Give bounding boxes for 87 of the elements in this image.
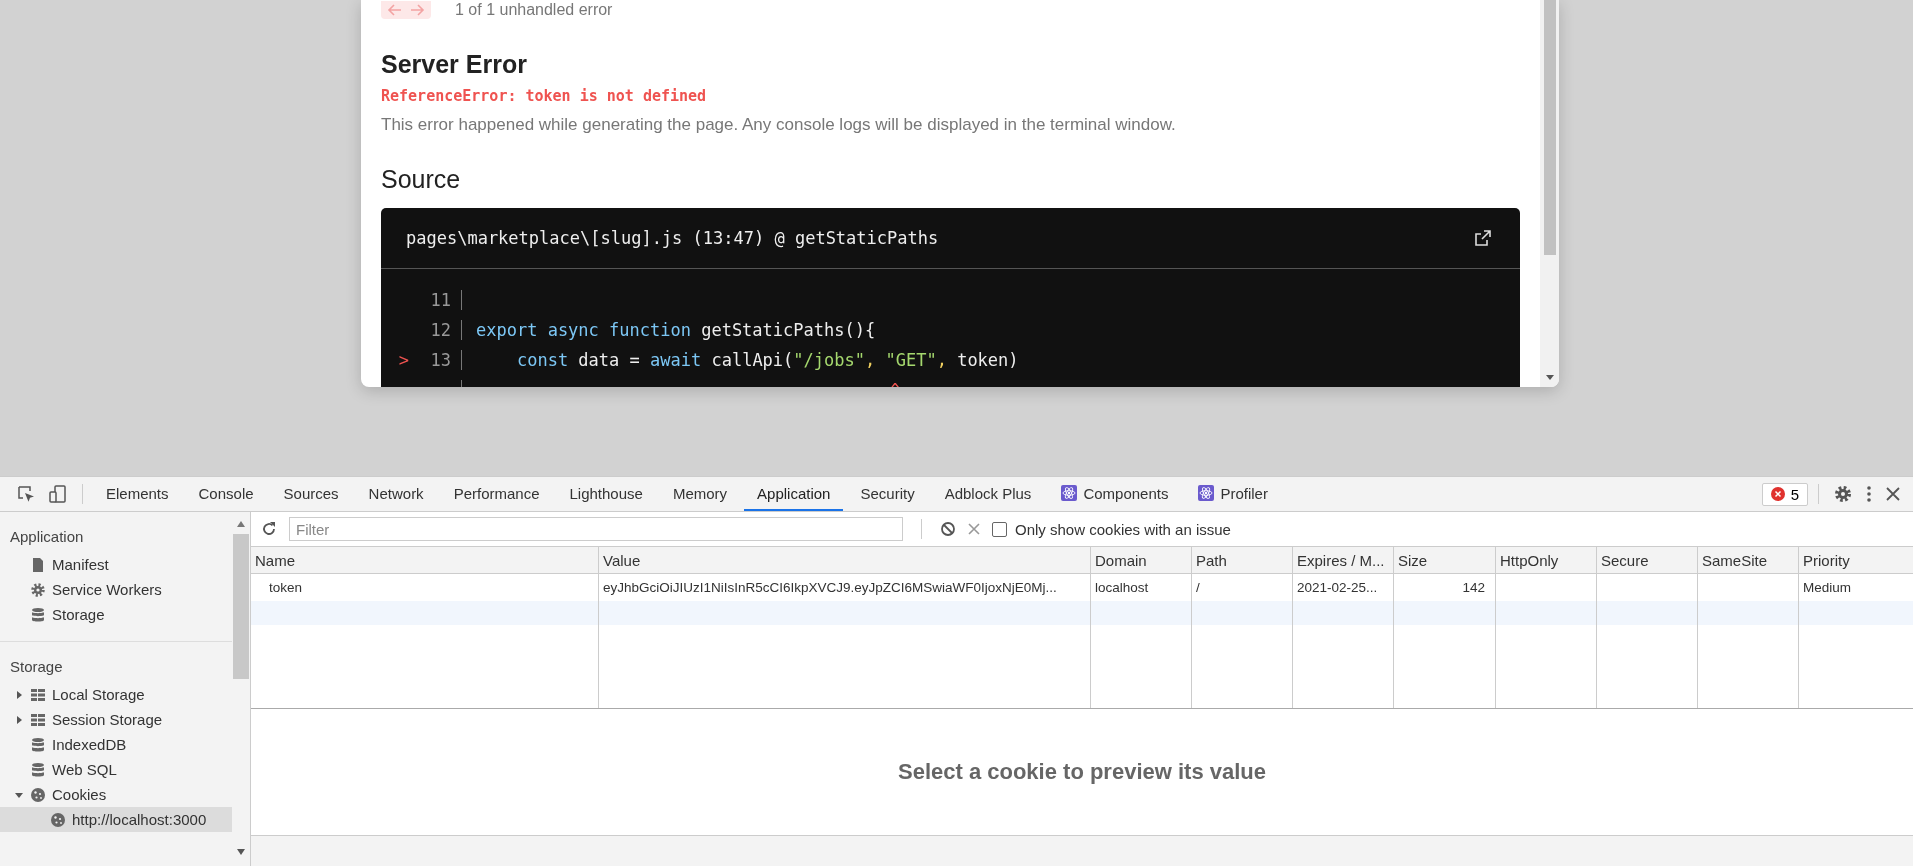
line-number: 11 [429,290,451,310]
database-icon [30,606,46,623]
filter-field[interactable]: Filter [289,517,903,541]
devtools-tab[interactable]: Sources [270,477,352,511]
devtools-tab[interactable]: Lighthouse [556,477,656,511]
external-link-icon[interactable] [1474,229,1492,247]
scroll-down-icon[interactable] [1544,373,1555,381]
atom-icon [1061,485,1078,501]
sidebar-item[interactable]: Cookies [0,782,232,807]
code-line: const data = await callApi("/jobs", "GET", token) [515,350,1019,370]
sidebar-item[interactable]: Web SQL [0,757,232,782]
devtools-tab[interactable]: Profiler [1185,477,1281,511]
clear-all-icon[interactable] [940,521,956,537]
column-header[interactable]: Secure [1597,547,1698,574]
table-cell: 2021-02-25... [1297,580,1378,595]
sidebar-item[interactable]: http://localhost:3000 [0,807,232,832]
close-icon[interactable] [1885,486,1901,502]
scroll-down-icon[interactable] [236,848,246,856]
devtools-tab[interactable]: Memory [659,477,741,511]
scroll-up-icon[interactable] [236,520,246,528]
table-cell: 142 [1462,580,1485,595]
source-file-path[interactable]: pages\marketplace\[slug].js (13:47) @ getStaticPaths [406,228,939,248]
devtools-tab[interactable]: Application [744,477,844,511]
error-count-badge[interactable]: 5 [1761,482,1808,506]
devtools-tab[interactable]: Console [185,477,267,511]
sidebar-item[interactable]: Service Workers [0,577,232,602]
device-toolbar-icon[interactable] [48,484,68,504]
source-heading: Source [381,165,462,194]
line-number: 13 [429,350,451,370]
devtools-tab[interactable]: Adblock Plus [931,477,1045,511]
gutter-divider [461,290,462,310]
more-options-icon[interactable] [1865,484,1873,504]
sidebar-item[interactable]: Local Storage [0,682,232,707]
atom-icon [1198,485,1215,501]
scrollbar[interactable] [1540,0,1559,387]
column-header[interactable]: Path [1192,547,1293,574]
sidebar-item[interactable]: Storage [0,602,232,627]
error-icon [1770,487,1785,501]
line-number: 12 [429,320,451,340]
column-header[interactable]: SameSite [1698,547,1799,574]
column-header[interactable]: Value [599,547,1091,574]
column-header[interactable]: HttpOnly [1496,547,1597,574]
database-icon [30,736,46,753]
code-line: export async function getStaticPaths(){ [476,320,876,340]
table-cell: Medium [1803,580,1851,595]
error-description: This error happened while generating the page. Any console logs will be displayed in the terminal window. [381,115,1177,135]
sidebar-item[interactable]: IndexedDB [0,732,232,757]
error-message: ReferenceError: token is not defined [381,87,708,105]
column-header[interactable]: Priority [1799,547,1913,574]
cookie-icon [30,786,46,803]
devtools-tab[interactable]: Network [355,477,437,511]
delete-icon[interactable] [968,523,980,535]
sidebar-section-title: Application [9,527,85,547]
settings-icon[interactable] [1833,484,1853,504]
table-cell: / [1196,580,1200,595]
column-header[interactable]: Name [251,547,599,574]
inspect-icon[interactable] [16,484,36,504]
cookie-icon [50,811,66,828]
devtools-tab[interactable]: Performance [440,477,553,511]
preview-message: Select a cookie to preview its value [897,759,1267,785]
devtools-tab[interactable]: Elements [93,477,182,511]
gear-icon [30,581,46,598]
sidebar-item[interactable]: Session Storage [0,707,232,732]
sidebar-item[interactable]: Manifest [0,552,232,577]
error-counter: 1 of 1 unhandled error [455,1,613,19]
column-header[interactable]: Expires / M... [1293,547,1394,574]
table-cell: eyJhbGciOiJIUzI1NiIsInR5cCI6IkpXVCJ9.eyJpZCI6MSwiaWF0IjoxNjE0Mj... [603,580,1057,595]
table-icon [30,686,46,703]
checkbox-label: Only show cookies with an issue [1015,520,1231,538]
collapsed-arrow-icon[interactable] [14,689,24,700]
table-cell: localhost [1095,580,1149,595]
gutter-divider [461,320,462,340]
table-cell: token [269,580,303,595]
database-icon [30,761,46,778]
devtools-tab[interactable]: Security [847,477,928,511]
error-title: Server Error [381,50,528,79]
sidebar-section-title: Storage [9,657,64,677]
column-header[interactable]: Size [1394,547,1496,574]
current-line-marker: > [398,350,409,370]
devtools-tab[interactable]: Components [1048,477,1182,511]
column-header[interactable]: Domain [1091,547,1192,574]
gutter-divider [461,350,462,370]
collapsed-arrow-icon[interactable] [14,714,24,725]
refresh-icon[interactable] [261,521,277,537]
file-icon [30,556,46,573]
checkbox[interactable] [992,521,1007,537]
table-icon [30,711,46,728]
